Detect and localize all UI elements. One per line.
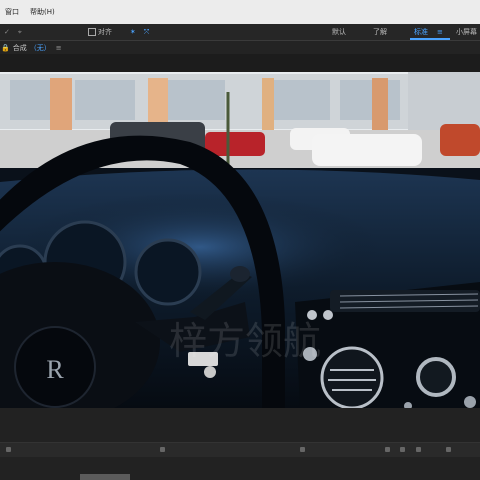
timeline-controls: [0, 442, 480, 457]
align-checkbox[interactable]: [87, 28, 96, 36]
menu-item-window[interactable]: 窗口: [5, 7, 19, 17]
timeline-panel: [0, 408, 480, 480]
control-icon[interactable]: [446, 447, 451, 452]
video-frame: R 梓方领航: [0, 72, 480, 408]
menu-item-help[interactable]: 帮助(H): [30, 7, 55, 17]
workspace-default[interactable]: 默认: [332, 24, 346, 40]
snap-icon[interactable]: ✶: [130, 28, 136, 36]
control-icon[interactable]: [6, 447, 11, 452]
control-icon[interactable]: [385, 447, 390, 452]
control-icon[interactable]: [160, 447, 165, 452]
check-icon[interactable]: ✓: [4, 28, 10, 36]
control-icon[interactable]: [416, 447, 421, 452]
composition-label: 合成: [12, 43, 27, 52]
composition-viewer[interactable]: R 梓方领航: [0, 72, 480, 408]
outside-car-white: [312, 134, 422, 166]
outside-car-red: [205, 132, 265, 156]
svg-text:R: R: [46, 355, 64, 384]
composition-header: 🔒 合成 （无） ≡: [0, 41, 480, 54]
watermark-text: 梓方领航: [169, 319, 321, 363]
control-icon[interactable]: [400, 447, 405, 452]
composition-value[interactable]: （无）: [30, 43, 51, 53]
expand-icon[interactable]: ⤧: [144, 28, 150, 37]
tool-bar: ✓ ⌖ 对齐 ✶ ⤧ 默认 了解 标准 ≡ 小屏幕: [0, 24, 480, 41]
pin-icon[interactable]: ⌖: [18, 28, 22, 37]
active-workspace-indicator: [410, 38, 450, 40]
workspace-small-screen[interactable]: 小屏幕: [456, 24, 477, 40]
align-label: 对齐: [97, 28, 112, 36]
control-icon[interactable]: [300, 447, 305, 452]
lock-icon[interactable]: 🔒: [1, 44, 10, 52]
panel-menu-icon[interactable]: ≡: [56, 44, 62, 52]
viewer-gutter: [0, 54, 480, 72]
round-vent: [320, 346, 384, 408]
timeline-scrollbar[interactable]: [80, 474, 130, 480]
workspace-learn[interactable]: 了解: [373, 24, 387, 40]
menu-bar: 窗口 帮助(H): [0, 0, 480, 24]
